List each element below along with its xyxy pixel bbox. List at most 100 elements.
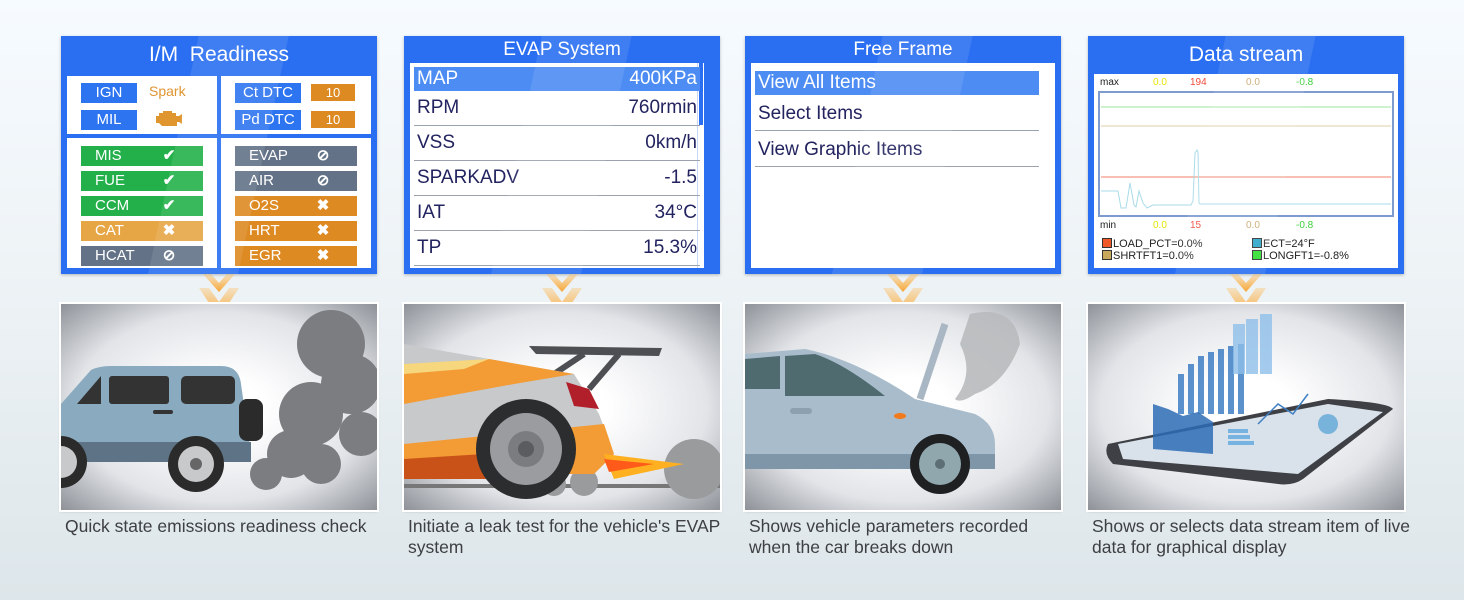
monitor-status-hcat: HCAT ⊘ [81, 246, 203, 266]
spark-label: Spark [149, 83, 186, 99]
monitor-status-air: AIR ⊘ [235, 171, 357, 191]
legend-label: LONGFT1=-0.8% [1263, 250, 1349, 262]
min-label: min [1100, 220, 1117, 231]
monitor-label: FUE [95, 172, 125, 189]
parameter-row-vss[interactable]: VSS 0km/h [414, 126, 700, 161]
parameter-name: VSS [417, 132, 456, 153]
check-icon: ✔ [162, 172, 176, 189]
legend-swatch [1252, 250, 1262, 260]
free-frame-menu: View All Items Select Items View Graphic I… [751, 63, 1055, 268]
caption: Quick state emissions readiness check [65, 516, 367, 536]
parameter-value: 15.3% [643, 237, 697, 258]
max-value: -0.8 [1296, 77, 1314, 88]
monitor-status-right: EVAP ⊘ AIR ⊘ O2S ✖ HRT ✖ EGR ✖ [221, 138, 371, 268]
legend-item: ECT=24°F [1252, 238, 1315, 250]
parameter-name: MAP [417, 68, 459, 89]
not-supported-icon: ⊘ [162, 247, 176, 264]
broken-down-car-illustration [745, 304, 1061, 510]
parameter-row-rpm[interactable]: RPM 760rmin [414, 91, 700, 126]
race-car-exhaust-illustration [404, 304, 720, 510]
ct-dtc-label: Ct DTC [235, 83, 301, 103]
parameter-list: MAP 400KPa RPM 760rmin VSS 0km/h SPARKADV -1.5 I… [410, 63, 704, 268]
min-value: 15 [1190, 220, 1202, 231]
monitor-label: CAT [95, 222, 124, 239]
max-label: max [1100, 77, 1119, 88]
monitor-status-left: MIS ✔ FUE ✔ CCM ✔ CAT ✖ HCAT ⊘ [67, 138, 217, 268]
max-value: 0.0 [1246, 77, 1260, 88]
legend-label: LOAD_PCT=0.0% [1113, 238, 1203, 250]
legend-item: LOAD_PCT=0.0% [1102, 238, 1203, 250]
parameter-value: 0km/h [645, 132, 697, 153]
ign-chip: IGN [81, 83, 137, 103]
monitor-label: O2S [249, 197, 280, 214]
dtc-box: Ct DTC 10 Pd DTC 10 [221, 76, 371, 134]
tablet-charts-illustration [1088, 304, 1404, 510]
parameter-name: IAT [417, 202, 446, 223]
engine-icon [156, 111, 182, 126]
parameter-name: RPM [417, 97, 460, 118]
menu-item-view-all-items[interactable]: View All Items [755, 71, 1039, 95]
pd-dtc-label: Pd DTC [235, 110, 301, 130]
screen-title: EVAP System [503, 39, 621, 60]
parameter-value: 34°C [654, 202, 697, 223]
im-readiness-screen: I/M Readiness IGN Spark MIL Ct DTC 10 Pd… [61, 36, 377, 274]
legend-swatch [1102, 238, 1112, 248]
monitor-label: HCAT [95, 247, 135, 264]
legend-item: SHRTFT1=0.0% [1102, 250, 1194, 262]
ign-mil-box: IGN Spark MIL [67, 76, 217, 134]
pd-dtc-value: 10 [311, 111, 355, 128]
parameter-row-map[interactable]: MAP 400KPa [414, 67, 700, 91]
monitor-status-mis: MIS ✔ [81, 146, 203, 166]
parameter-name: TP [417, 237, 442, 258]
parameter-row-sparkadv[interactable]: SPARKADV -1.5 [414, 161, 700, 196]
monitor-label: AIR [249, 172, 275, 189]
min-value: -0.8 [1296, 220, 1314, 231]
monitor-status-cat: CAT ✖ [81, 221, 203, 241]
monitor-label: HRT [249, 222, 280, 239]
monitor-label: CCM [95, 197, 130, 214]
monitor-label: MIS [95, 147, 122, 164]
x-icon: ✖ [316, 197, 330, 214]
x-icon: ✖ [316, 222, 330, 239]
free-frame-screen: Free Frame View All Items Select Items Vie… [745, 36, 1061, 274]
min-value: 0.0 [1153, 220, 1167, 231]
check-icon: ✔ [162, 197, 176, 214]
caption: Shows or selects data stream item of liv… [1092, 516, 1411, 557]
suv-exhaust-smoke-illustration [61, 304, 377, 510]
monitor-status-o2s: O2S ✖ [235, 196, 357, 216]
legend-swatch [1102, 250, 1112, 260]
monitor-status-evap: EVAP ⊘ [235, 146, 357, 166]
x-icon: ✖ [162, 222, 176, 239]
caption: Shows vehicle parameters recorded when t… [749, 516, 1029, 557]
monitor-status-hrt: HRT ✖ [235, 221, 357, 241]
ct-dtc-value: 10 [311, 84, 355, 101]
legend-label: ECT=24°F [1263, 238, 1315, 250]
caption: Initiate a leak test for the vehicle's E… [408, 516, 721, 557]
menu-item-select-items[interactable]: Select Items [755, 96, 1039, 131]
parameter-name: SPARKADV [417, 167, 520, 188]
data-stream-graph [1098, 91, 1394, 217]
parameter-row-iat[interactable]: IAT 34°C [414, 196, 700, 231]
not-supported-icon: ⊘ [316, 172, 330, 189]
max-value: 0.0 [1153, 77, 1167, 88]
screen-title: I/M Readiness [148, 43, 290, 66]
data-stream-graph-area: max 0.0 194 0.0 -0.8 min 0.0 15 0.0 -0.8 LOAD_… [1094, 74, 1398, 268]
mil-chip: MIL [81, 110, 137, 130]
legend-label: SHRTFT1=0.0% [1113, 250, 1194, 262]
monitor-status-egr: EGR ✖ [235, 246, 357, 266]
evap-system-screen: EVAP System MAP 400KPa RPM 760rmin VSS 0km/h S… [404, 36, 720, 274]
data-stream-screen: Data stream max 0.0 194 0.0 -0.8 min 0.0 15 0… [1088, 36, 1404, 274]
menu-item-view-graphic-items[interactable]: View Graphic Items [755, 132, 1039, 167]
monitor-status-ccm: CCM ✔ [81, 196, 203, 216]
parameter-row-tp[interactable]: TP 15.3% [414, 231, 700, 266]
monitor-label: EVAP [249, 147, 288, 164]
parameter-value: 400KPa [629, 68, 697, 89]
not-supported-icon: ⊘ [316, 147, 330, 164]
check-icon: ✔ [162, 147, 176, 164]
parameter-value: 760rmin [628, 97, 697, 118]
parameter-value: -1.5 [664, 167, 697, 188]
min-value: 0.0 [1246, 220, 1260, 231]
max-value: 194 [1190, 77, 1207, 88]
screen-title: Free Frame [853, 39, 953, 60]
screen-title: Data stream [1188, 43, 1304, 66]
